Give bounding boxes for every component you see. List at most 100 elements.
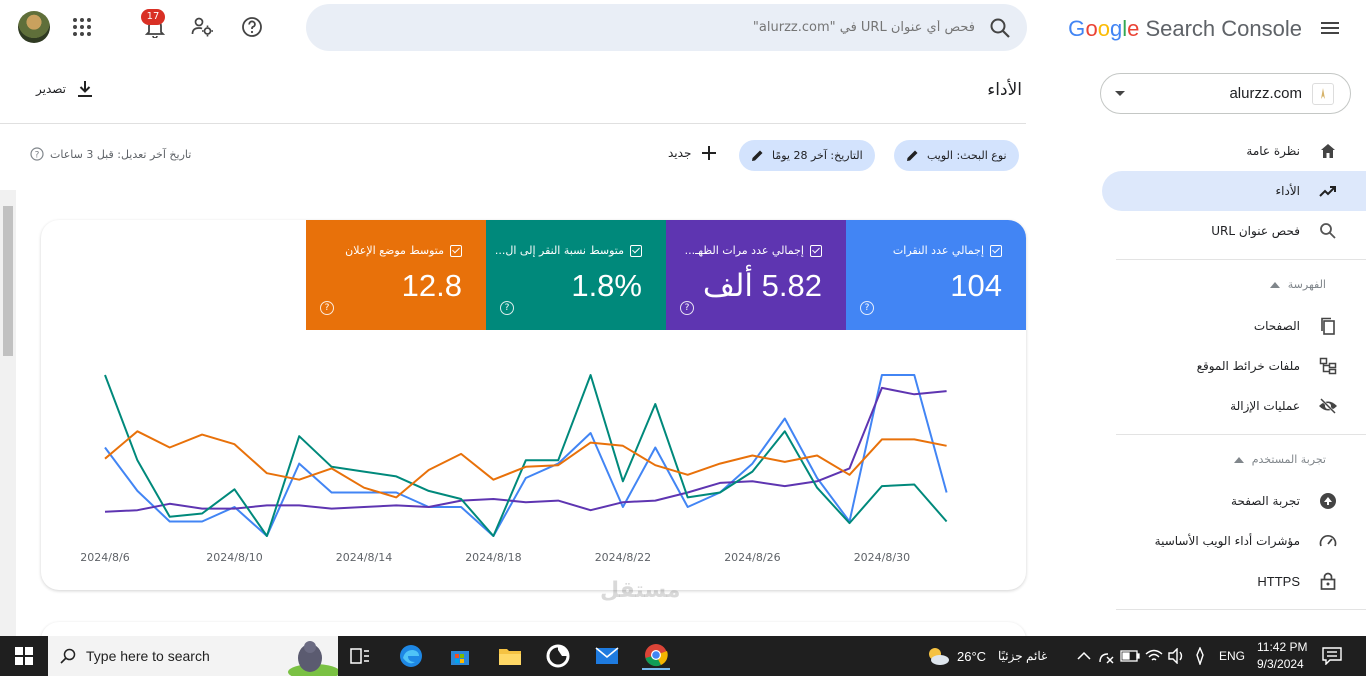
eye-off-icon xyxy=(1318,396,1338,416)
chevron-up-icon xyxy=(1269,281,1280,288)
x-tick-label: 2024/8/22 xyxy=(595,551,651,564)
trending-up-icon xyxy=(1318,181,1338,201)
sidebar-section-indexing[interactable]: الفهرسة xyxy=(1269,278,1326,291)
task-view-icon[interactable] xyxy=(346,642,374,670)
help-icon[interactable]: ? xyxy=(680,301,694,315)
help-icon[interactable]: ? xyxy=(30,147,44,161)
weather-text[interactable]: غائم جزئيًا xyxy=(998,649,1047,663)
edit-pencil-icon xyxy=(752,150,763,161)
sidebar-item-https[interactable]: HTTPS xyxy=(1102,561,1366,601)
sidebar-item-url-inspection[interactable]: فحص عنوان URL xyxy=(1102,211,1366,251)
edge-browser-icon[interactable] xyxy=(397,642,425,670)
search-icon xyxy=(989,17,1011,39)
metric-label: متوسط نسبة النقر إلى ال... xyxy=(494,244,624,257)
sidebar-item-overview[interactable]: نظرة عامة xyxy=(1102,131,1366,171)
metric-total-clicks[interactable]: إجمالي عدد النقرات 104 ? xyxy=(846,220,1026,330)
download-icon xyxy=(78,81,93,97)
search-type-filter-chip[interactable]: نوع البحث: الويب xyxy=(894,140,1019,171)
checkbox-checked[interactable] xyxy=(450,244,462,257)
pen-icon[interactable] xyxy=(1186,642,1214,670)
watermark: مستقل xyxy=(600,578,681,603)
metric-value: 12.8 xyxy=(401,268,462,303)
export-label: تصدير xyxy=(36,82,67,96)
sidebar-item-label: HTTPS xyxy=(1257,573,1300,589)
checkbox-checked[interactable] xyxy=(810,244,822,257)
series-line-0[interactable] xyxy=(104,374,948,537)
mail-icon[interactable] xyxy=(593,642,621,670)
search-input[interactable] xyxy=(375,20,975,35)
section-title: الفهرسة xyxy=(1287,278,1326,291)
date-filter-chip[interactable]: التاريخ: آخر 28 يومًا xyxy=(739,140,875,171)
metric-label: إجمالي عدد مرات الظهـ... xyxy=(684,244,804,257)
page-title: الأداء xyxy=(987,80,1022,100)
sidebar-item-label: الصفحات xyxy=(1253,319,1300,333)
sidebar-item-label: فحص عنوان URL xyxy=(1211,224,1300,238)
language-indicator[interactable]: ENG xyxy=(1219,649,1245,663)
new-filter-button[interactable]: جديد xyxy=(668,145,717,161)
metric-average-position[interactable]: متوسط موضع الإعلان 12.8 ? xyxy=(306,220,486,330)
performance-card: إجمالي عدد النقرات 104 ? إجمالي عدد مرات… xyxy=(41,220,1026,590)
sidebar-item-core-web-vitals[interactable]: مؤشرات أداء الويب الأساسية xyxy=(1102,521,1366,561)
checkbox-checked[interactable] xyxy=(990,244,1002,257)
url-inspection-search[interactable] xyxy=(306,4,1027,51)
sidebar-item-pages[interactable]: الصفحات xyxy=(1102,306,1366,346)
x-tick-label: 2024/8/10 xyxy=(206,551,262,564)
clock-date[interactable]: 9/3/2024 xyxy=(1257,657,1304,671)
clock-time[interactable]: 11:42 PM xyxy=(1257,640,1307,654)
property-name: alurzz.com xyxy=(1229,85,1302,102)
metric-value: 104 xyxy=(950,268,1002,303)
sidebar-item-page-experience[interactable]: تجربة الصفحة xyxy=(1102,481,1366,521)
checkbox-checked[interactable] xyxy=(630,244,642,257)
taskbar-search-box[interactable]: Type here to search xyxy=(48,636,338,676)
sidebar-divider xyxy=(1116,609,1366,610)
help-icon[interactable]: ? xyxy=(500,301,514,315)
sidebar-section-experience[interactable]: تجربة المستخدم xyxy=(1233,453,1326,466)
windows-start-icon[interactable] xyxy=(10,642,38,670)
plus-icon xyxy=(702,146,717,160)
edit-pencil-icon xyxy=(907,150,918,161)
series-line-1[interactable] xyxy=(104,386,947,513)
performance-line-chart[interactable]: 2024/8/6 2024/8/10 2024/8/14 2024/8/18 2024/… xyxy=(41,330,1026,590)
avatar[interactable] xyxy=(18,11,50,43)
section-title: تجربة المستخدم xyxy=(1251,453,1326,466)
last-updated: تاريخ آخر تعديل: قبل 3 ساعات ? xyxy=(30,147,191,161)
sidebar-item-removals[interactable]: عمليات الإزالة xyxy=(1102,386,1366,426)
weather-cloud-icon[interactable] xyxy=(924,642,952,670)
metric-label: إجمالي عدد النقرات xyxy=(892,244,984,257)
chrome-browser-icon[interactable] xyxy=(642,642,670,670)
metric-average-ctr[interactable]: متوسط نسبة النقر إلى ال... 1.8% ? xyxy=(486,220,666,330)
hamburger-menu-icon[interactable] xyxy=(1320,18,1340,38)
series-line-2[interactable] xyxy=(104,374,948,537)
sidebar-item-sitemaps[interactable]: ملفات خرائط الموقع xyxy=(1102,346,1366,386)
file-explorer-icon[interactable] xyxy=(496,642,524,670)
search-icon xyxy=(60,648,76,664)
brand-logo[interactable]: Google Search Console xyxy=(1068,14,1302,44)
notifications-center-icon[interactable] xyxy=(1318,642,1346,670)
property-selector[interactable]: alurzz.com xyxy=(1100,73,1351,114)
metric-total-impressions[interactable]: إجمالي عدد مرات الظهـ... 5.82 ألف ? xyxy=(666,220,846,330)
sidebar-item-label: تجربة الصفحة xyxy=(1231,494,1300,508)
export-button[interactable]: تصدير xyxy=(36,80,94,98)
series-line-3[interactable] xyxy=(104,430,947,499)
home-icon xyxy=(1318,141,1338,161)
help-icon[interactable] xyxy=(240,15,264,39)
users-settings-icon[interactable] xyxy=(191,15,215,39)
app-circle-icon[interactable] xyxy=(544,642,572,670)
weather-temp[interactable]: 26°C xyxy=(957,649,986,664)
sidebar-item-performance[interactable]: الأداء xyxy=(1102,171,1366,211)
property-favicon-icon xyxy=(1312,82,1334,105)
apps-grid-icon[interactable] xyxy=(70,15,94,39)
help-icon[interactable]: ? xyxy=(860,301,874,315)
scrollbar-thumb[interactable] xyxy=(3,206,13,356)
search-icon xyxy=(1318,221,1338,241)
sitemap-icon xyxy=(1318,356,1338,376)
lock-icon xyxy=(1318,571,1338,591)
last-updated-text: تاريخ آخر تعديل: قبل 3 ساعات xyxy=(50,147,192,161)
windows-taskbar: Type here to search 26°C غائم جزئيًا ENG… xyxy=(0,636,1366,676)
microsoft-store-icon[interactable] xyxy=(446,642,474,670)
help-icon[interactable]: ? xyxy=(320,301,334,315)
x-tick-label: 2024/8/26 xyxy=(724,551,780,564)
pages-icon xyxy=(1318,316,1338,336)
svg-text:?: ? xyxy=(35,151,40,161)
sidebar-item-label: ملفات خرائط الموقع xyxy=(1196,359,1300,373)
